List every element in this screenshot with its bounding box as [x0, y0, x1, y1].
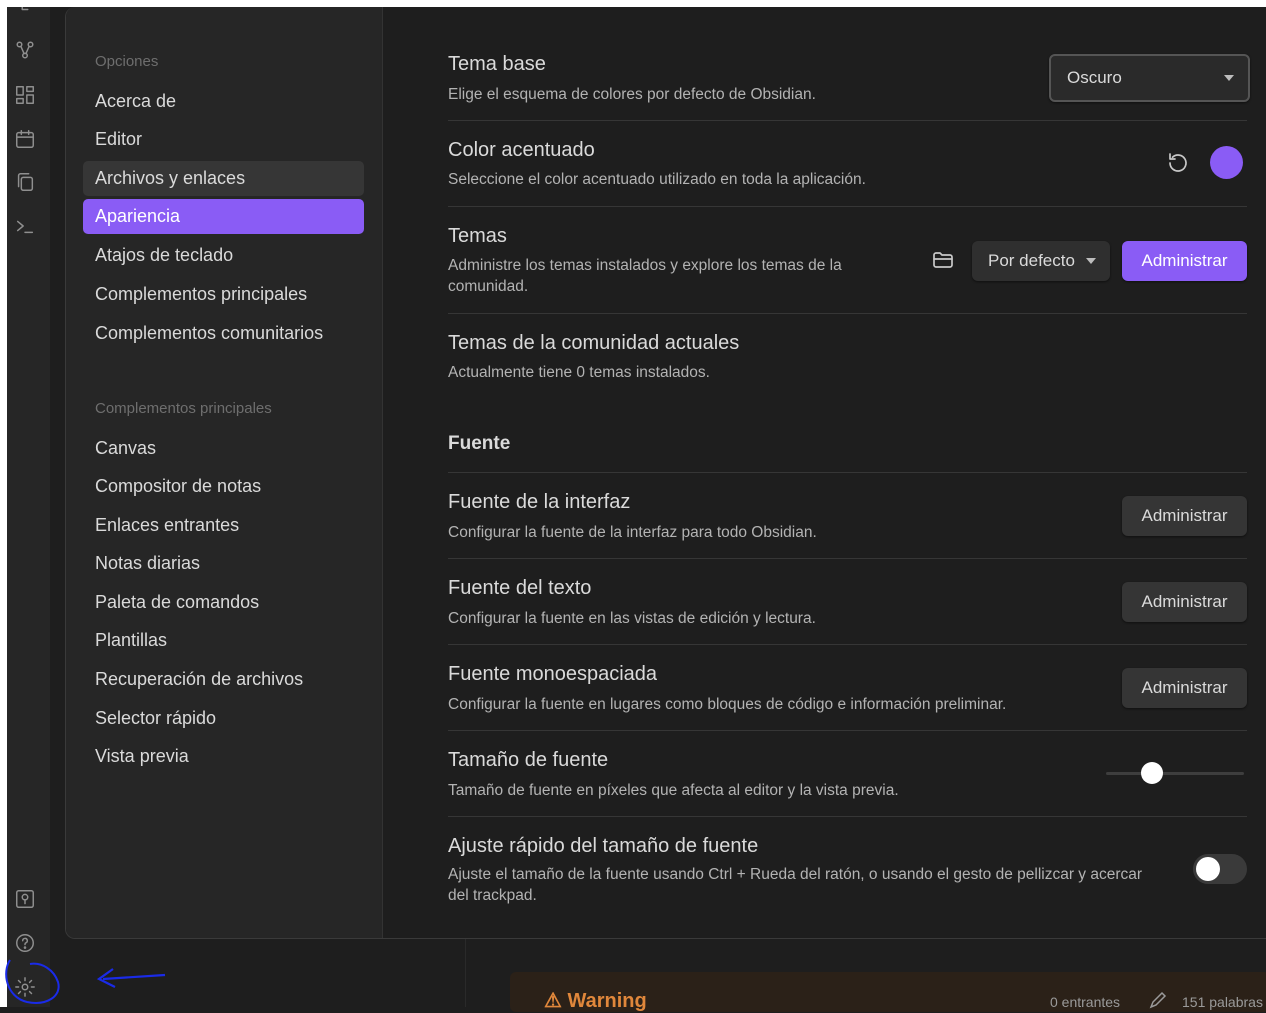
- manage-themes-button[interactable]: Administrar: [1122, 241, 1247, 281]
- quick-font-size-toggle[interactable]: [1193, 854, 1247, 884]
- setting-description: Configurar la fuente en las vistas de ed…: [448, 610, 816, 627]
- setting-themes: Temas Administre los temas instalados y …: [448, 207, 1247, 314]
- setting-description: Administre los temas instalados y explor…: [448, 257, 842, 295]
- manage-text-font-button[interactable]: Administrar: [1122, 582, 1247, 622]
- toggle-knob: [1196, 857, 1220, 881]
- setting-name: Color acentuado: [448, 139, 595, 161]
- annotation-circle: [5, 959, 60, 1004]
- setting-description: Ajuste el tamaño de la fuente usando Ctr…: [448, 866, 1143, 904]
- settings-content: Tema base Elige el esquema de colores po…: [448, 7, 1250, 938]
- base-theme-dropdown[interactable]: Oscuro: [1049, 54, 1250, 102]
- workspace-divider: [465, 938, 466, 1007]
- nav-group-options: Opciones: [95, 53, 159, 70]
- nav-item-hotkeys[interactable]: Atajos de teclado: [83, 238, 364, 273]
- copy-icon[interactable]: [13, 170, 37, 194]
- setting-text-font: Fuente del texto Configurar la fuente en…: [448, 559, 1247, 645]
- setting-base-theme: Tema base Elige el esquema de colores po…: [448, 7, 1250, 121]
- warning-title: ⚠ Warning: [544, 990, 647, 1012]
- status-backlinks[interactable]: 0 entrantes: [1050, 994, 1120, 1010]
- setting-description: Tamaño de fuente en píxeles que afecta a…: [448, 782, 899, 799]
- setting-description: Configurar la fuente de la interfaz para…: [448, 524, 817, 541]
- nav-item-appearance[interactable]: Apariencia: [83, 199, 364, 234]
- setting-name: Fuente de la interfaz: [448, 491, 631, 513]
- nav-item-about[interactable]: Acerca de: [83, 84, 364, 119]
- chevron-down-icon: [1224, 75, 1234, 81]
- setting-name: Temas de la comunidad actuales: [448, 332, 740, 354]
- font-size-slider-track[interactable]: [1106, 772, 1244, 775]
- nav-item-canvas[interactable]: Canvas: [83, 431, 364, 466]
- nav-item-quick-switcher[interactable]: Selector rápido: [83, 701, 364, 736]
- calendar-icon[interactable]: [13, 127, 37, 151]
- setting-name: Fuente del texto: [448, 577, 592, 599]
- nav-item-command-palette[interactable]: Paleta de comandos: [83, 585, 364, 620]
- dropdown-value: Oscuro: [1067, 68, 1122, 87]
- setting-community-themes: Temas de la comunidad actuales Actualmen…: [448, 314, 1247, 394]
- section-font: Fuente: [448, 395, 1247, 473]
- folder-icon[interactable]: [930, 247, 956, 273]
- setting-description: Actualmente tiene 0 temas instalados.: [448, 364, 710, 381]
- graph-icon[interactable]: [13, 38, 37, 62]
- annotation-arrow: [96, 968, 166, 988]
- manage-mono-font-button[interactable]: Administrar: [1122, 668, 1247, 708]
- setting-description: Seleccione el color acentuado utilizado …: [448, 171, 866, 188]
- vault-icon[interactable]: [13, 887, 37, 911]
- chevron-down-icon: [1086, 258, 1096, 264]
- setting-name: Tamaño de fuente: [448, 749, 609, 771]
- themes-dropdown[interactable]: Por defecto: [972, 241, 1110, 281]
- ribbon-edge: [0, 0, 7, 1007]
- setting-font-size: Tamaño de fuente Tamaño de fuente en píx…: [448, 731, 1247, 817]
- nav-item-file-recovery[interactable]: Recuperación de archivos: [83, 662, 364, 697]
- setting-accent-color: Color acentuado Seleccione el color acen…: [448, 121, 1247, 207]
- dashboard-icon[interactable]: [13, 83, 37, 107]
- setting-description: Configurar la fuente en lugares como blo…: [448, 696, 1007, 713]
- section-heading: Fuente: [448, 433, 511, 454]
- window-top-edge: [7, 0, 1266, 7]
- left-ribbon: [0, 0, 50, 1007]
- pencil-icon[interactable]: [1148, 990, 1168, 1010]
- nav-item-note-composer[interactable]: Compositor de notas: [83, 469, 364, 504]
- setting-interface-font: Fuente de la interfaz Configurar la fuen…: [448, 473, 1247, 559]
- nav-item-daily-notes[interactable]: Notas diarias: [83, 546, 364, 581]
- accent-color-swatch[interactable]: [1210, 146, 1243, 179]
- nav-item-templates[interactable]: Plantillas: [83, 623, 364, 658]
- setting-description: Elige el esquema de colores por defecto …: [448, 86, 816, 103]
- font-size-slider-thumb[interactable]: [1140, 762, 1163, 784]
- nav-item-backlinks[interactable]: Enlaces entrantes: [83, 508, 364, 543]
- terminal-icon[interactable]: [13, 214, 37, 238]
- nav-item-editor[interactable]: Editor: [83, 122, 364, 157]
- settings-nav: Opciones Acerca de Editor Archivos y enl…: [66, 7, 383, 938]
- nav-group-core-plugins: Complementos principales: [95, 400, 272, 417]
- nav-item-page-preview[interactable]: Vista previa: [83, 739, 364, 774]
- setting-name: Tema base: [448, 53, 546, 75]
- settings-modal: Opciones Acerca de Editor Archivos y enl…: [65, 7, 1266, 939]
- nav-item-community-plugins[interactable]: Complementos comunitarios: [83, 316, 364, 351]
- setting-quick-font-size: Ajuste rápido del tamaño de fuente Ajust…: [448, 817, 1247, 927]
- setting-mono-font: Fuente monoespaciada Configurar la fuent…: [448, 645, 1247, 731]
- nav-item-files-links[interactable]: Archivos y enlaces: [83, 161, 364, 196]
- manage-interface-font-button[interactable]: Administrar: [1122, 496, 1247, 536]
- setting-name: Fuente monoespaciada: [448, 663, 658, 685]
- setting-name: Ajuste rápido del tamaño de fuente: [448, 835, 759, 857]
- status-word-count: 151 palabras: [1182, 994, 1263, 1010]
- nav-item-core-plugins[interactable]: Complementos principales: [83, 277, 364, 312]
- dropdown-value: Por defecto: [988, 251, 1075, 270]
- setting-name: Temas: [448, 225, 507, 247]
- reset-icon[interactable]: [1165, 150, 1191, 176]
